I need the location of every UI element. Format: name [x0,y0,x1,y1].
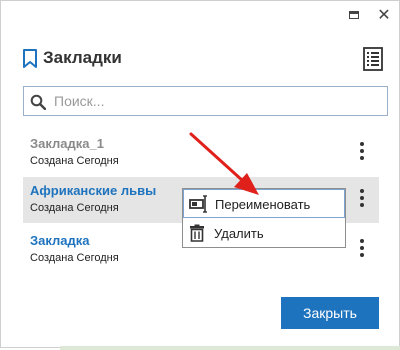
context-menu: Переименовать Удалить [182,188,346,248]
menu-item-label: Переименовать [215,197,311,212]
menu-item-delete[interactable]: Удалить [183,219,345,248]
bookmark-subtitle: Создана Сегодня [30,202,119,214]
bookmarks-dialog: ✕ Закладки Закладка_1 Создана Сегодня Аф… [0,0,400,348]
bookmark-title: Закладка_1 [30,136,104,151]
close-icon[interactable]: ✕ [376,7,392,23]
menu-item-rename[interactable]: Переименовать [183,189,345,218]
more-options-icon[interactable] [353,139,371,167]
bookmark-item[interactable]: Закладка_1 Создана Сегодня [23,130,379,176]
dialog-title: Закладки [43,48,122,67]
bookmark-subtitle: Создана Сегодня [30,252,119,264]
search-box [23,86,388,116]
background-strip [60,346,400,350]
bookmark-icon [23,49,37,68]
maximize-icon[interactable] [346,7,362,23]
menu-item-label: Удалить [214,226,264,241]
search-input[interactable] [54,91,374,111]
list-icon[interactable] [363,47,383,71]
close-button[interactable]: Закрыть [281,297,379,329]
more-options-icon[interactable] [353,186,371,214]
bookmark-title: Африканские львы [30,183,157,198]
bookmark-title: Закладка [30,233,90,248]
trash-icon [190,224,204,242]
search-icon [30,94,46,110]
bookmark-subtitle: Создана Сегодня [30,155,119,167]
rename-icon [189,195,207,213]
more-options-icon[interactable] [353,236,371,264]
